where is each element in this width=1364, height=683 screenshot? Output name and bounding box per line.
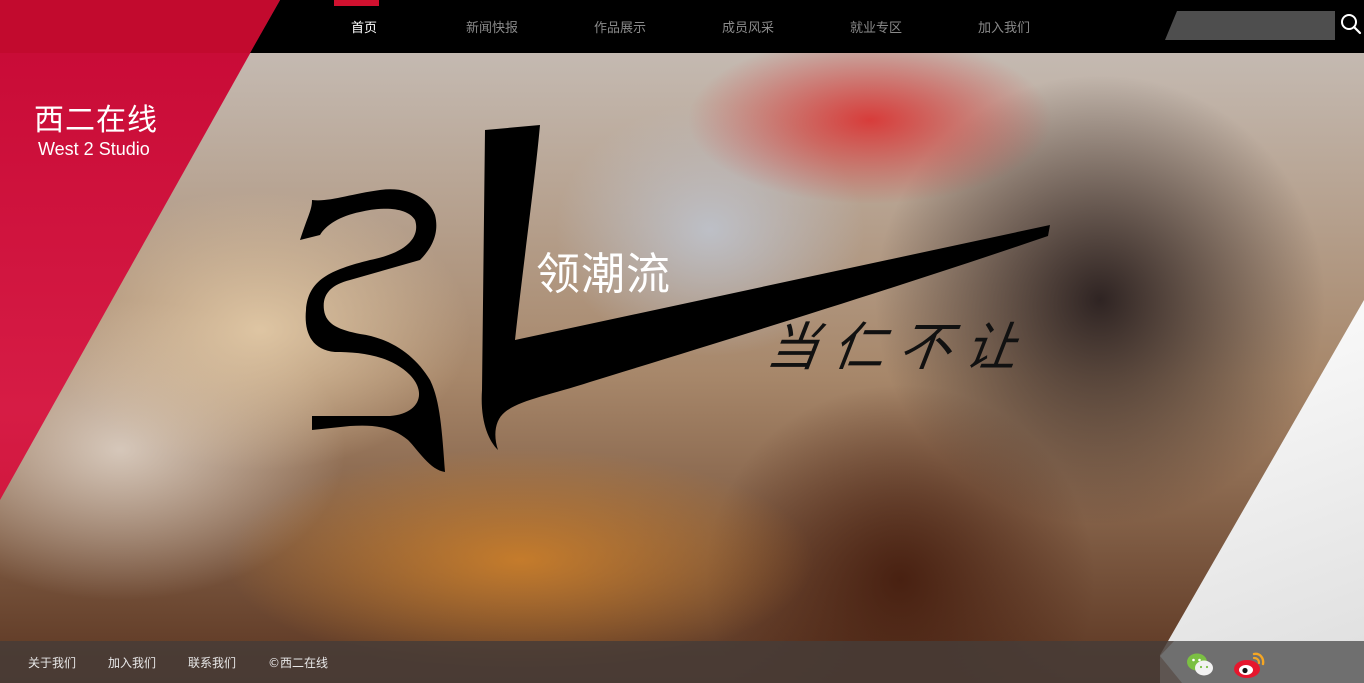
- nav-item-home[interactable]: 首页: [300, 0, 428, 53]
- search-icon[interactable]: [1340, 13, 1362, 35]
- hero-motto: 当仁不让: [763, 318, 1036, 378]
- wechat-icon[interactable]: [1186, 652, 1214, 678]
- nav-item-works[interactable]: 作品展示: [556, 0, 684, 53]
- footer: 关于我们 加入我们 联系我们 ©西二在线: [0, 641, 1364, 683]
- footer-link-join[interactable]: 加入我们: [108, 654, 156, 671]
- search-input[interactable]: [1165, 11, 1335, 40]
- nav-item-join[interactable]: 加入我们: [940, 0, 1068, 53]
- nav-item-members[interactable]: 成员风采: [684, 0, 812, 53]
- main-nav: 首页 新闻快报 作品展示 成员风采 就业专区 加入我们: [300, 0, 1068, 53]
- footer-links: 关于我们 加入我们 联系我们 ©西二在线: [28, 641, 328, 683]
- hero-slogan: 领潮流: [536, 249, 671, 300]
- weibo-icon[interactable]: [1232, 650, 1266, 680]
- footer-link-about[interactable]: 关于我们: [28, 654, 76, 671]
- footer-copyright: ©西二在线: [268, 655, 329, 670]
- brand-name-cn[interactable]: 西二在线: [34, 95, 158, 139]
- brand-name-en: West 2 Studio: [38, 139, 150, 159]
- nav-item-news[interactable]: 新闻快报: [428, 0, 556, 53]
- w2-logo: [300, 125, 1050, 472]
- brand-panel-top: [0, 0, 280, 53]
- footer-link-contact[interactable]: 联系我们: [188, 654, 236, 671]
- nav-item-jobs[interactable]: 就业专区: [812, 0, 940, 53]
